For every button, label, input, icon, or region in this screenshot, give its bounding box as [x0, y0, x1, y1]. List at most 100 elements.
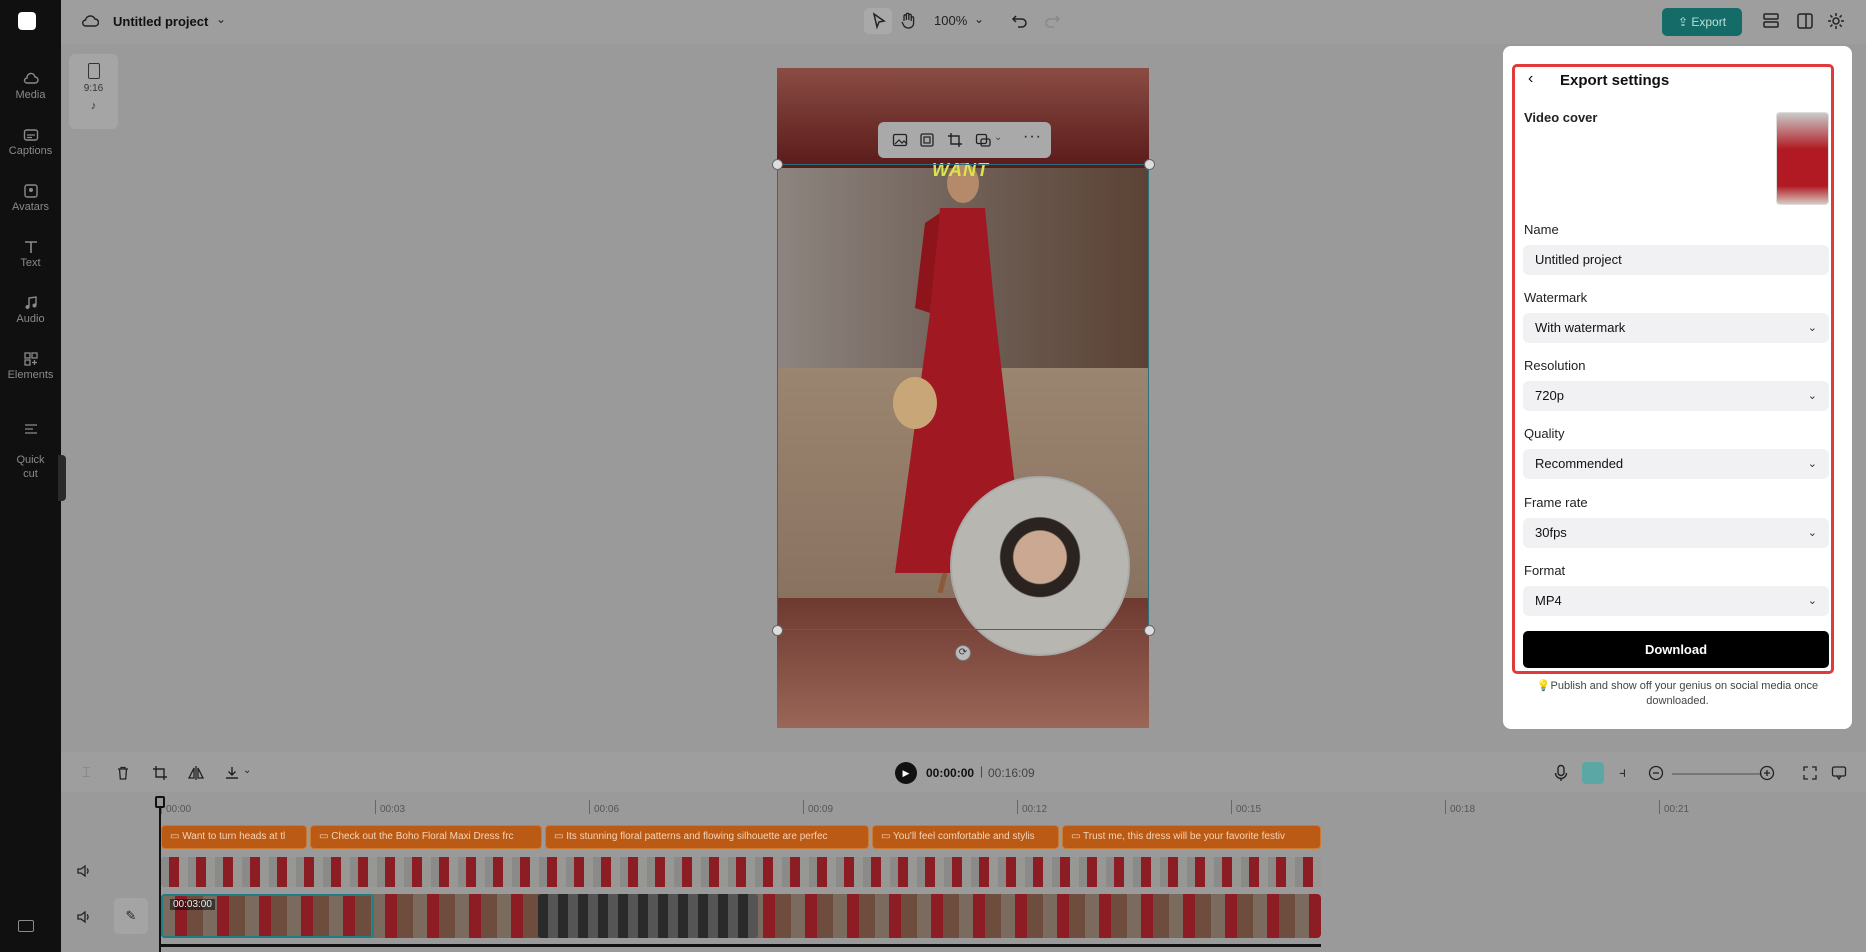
- caption-clip[interactable]: ▭ Want to turn heads at tl: [161, 825, 307, 849]
- phone-icon: [88, 63, 100, 79]
- flip-icon[interactable]: [188, 765, 204, 781]
- layers-icon[interactable]: [1761, 12, 1781, 30]
- tiktok-icon[interactable]: ♪: [69, 100, 118, 112]
- zoom-out-icon[interactable]: [1648, 765, 1664, 781]
- caption-clip[interactable]: ▭ Check out the Boho Floral Maxi Dress f…: [310, 825, 542, 849]
- caption-icon: ▭: [554, 831, 566, 842]
- framerate-value: 30fps: [1535, 525, 1567, 540]
- rotate-icon[interactable]: ⟳: [955, 645, 971, 661]
- caption-clip[interactable]: ▭ Its stunning floral patterns and flowi…: [545, 825, 869, 849]
- sidebar-item-quick-cut[interactable]: Quick cut: [0, 408, 61, 481]
- more-icon[interactable]: ···: [1023, 128, 1042, 146]
- chevron-down-icon: ⌄: [1808, 449, 1817, 479]
- comment-icon[interactable]: [1831, 765, 1847, 781]
- resize-handle-tl[interactable]: [772, 159, 783, 170]
- panel-toggle-icon[interactable]: [1796, 12, 1814, 30]
- timeline-scrollbar[interactable]: [161, 944, 1321, 947]
- edit-cover-button[interactable]: ✎: [114, 898, 148, 934]
- ruler-tick: 00:09: [808, 804, 833, 815]
- video-clip-segment[interactable]: [538, 894, 758, 938]
- elements-icon: [23, 352, 39, 366]
- keyboard-icon[interactable]: [18, 920, 34, 932]
- sidebar-collapse-handle[interactable]: [58, 455, 66, 501]
- video-cover-thumbnail[interactable]: [1776, 112, 1829, 205]
- caption-text: Its stunning floral patterns and flowing…: [566, 831, 827, 842]
- fit-icon[interactable]: [919, 132, 935, 148]
- format-select[interactable]: MP4 ⌄: [1523, 586, 1829, 616]
- playhead[interactable]: [159, 797, 161, 952]
- caption-clip[interactable]: ▭ You'll feel comfortable and stylis: [872, 825, 1059, 849]
- avatar-video-track[interactable]: [161, 857, 1321, 887]
- caption-icon: ▭: [1071, 831, 1083, 842]
- gear-icon[interactable]: [1826, 11, 1846, 31]
- sidebar-item-text[interactable]: Text: [0, 240, 61, 269]
- resize-handle-bl[interactable]: [772, 625, 783, 636]
- replace-image-icon[interactable]: [892, 132, 908, 148]
- app-logo[interactable]: [18, 12, 36, 30]
- chevron-down-icon[interactable]: ⌄: [216, 12, 226, 26]
- sidebar-item-elements[interactable]: Elements: [0, 352, 61, 381]
- play-button[interactable]: ▶: [895, 762, 917, 784]
- framerate-select[interactable]: 30fps ⌄: [1523, 518, 1829, 548]
- quality-select[interactable]: Recommended ⌄: [1523, 449, 1829, 479]
- auto-snap-button[interactable]: [1582, 762, 1604, 784]
- select-tool-button[interactable]: [864, 8, 892, 34]
- fit-timeline-icon[interactable]: [1802, 765, 1818, 781]
- chevron-down-icon: ⌄: [1808, 586, 1817, 616]
- caption-text: Trust me, this dress will be your favori…: [1083, 831, 1285, 842]
- volume-icon[interactable]: [76, 864, 92, 878]
- ruler-tick: 00:21: [1664, 804, 1689, 815]
- undo-icon[interactable]: [1011, 12, 1029, 30]
- name-input[interactable]: Untitled project: [1523, 245, 1829, 275]
- ruler-line: [1445, 800, 1446, 814]
- caption-text: You'll feel comfortable and stylis: [893, 831, 1035, 842]
- chevron-down-icon: ⌄: [1808, 313, 1817, 343]
- framerate-label: Frame rate: [1524, 495, 1588, 510]
- ruler-tick: 00:00: [166, 804, 191, 815]
- playhead-handle[interactable]: [155, 796, 165, 808]
- panel-title: Export settings: [1560, 72, 1669, 89]
- download-button[interactable]: Download: [1523, 631, 1829, 668]
- sidebar-item-audio[interactable]: Audio: [0, 296, 61, 325]
- resize-handle-br[interactable]: [1144, 625, 1155, 636]
- microphone-icon[interactable]: [1553, 764, 1569, 782]
- volume-icon[interactable]: [76, 910, 92, 924]
- time-separator: |: [980, 764, 983, 778]
- trash-icon[interactable]: [115, 765, 131, 781]
- hand-tool-icon[interactable]: [898, 11, 918, 31]
- watermark-select[interactable]: With watermark ⌄: [1523, 313, 1829, 343]
- cloud-icon[interactable]: [81, 13, 99, 29]
- aspect-ratio-panel[interactable]: 9:16 ♪: [69, 54, 118, 129]
- timeline-zoom-slider[interactable]: [1672, 773, 1762, 775]
- left-sidebar: Media Captions Avatars Text Audio Elemen…: [0, 0, 61, 952]
- chevron-down-icon[interactable]: ⌄: [994, 132, 1002, 143]
- sidebar-item-avatars[interactable]: Avatars: [0, 184, 61, 213]
- project-title[interactable]: Untitled project: [113, 14, 208, 29]
- ruler-line: [375, 800, 376, 814]
- sidebar-item-label: Audio: [16, 313, 44, 325]
- crop-icon[interactable]: [152, 765, 168, 781]
- zoom-in-icon[interactable]: [1759, 765, 1775, 781]
- ruler-line: [1017, 800, 1018, 814]
- chevron-down-icon: ⌄: [1808, 381, 1817, 411]
- back-arrow-icon[interactable]: ‹: [1528, 70, 1533, 88]
- sidebar-item-captions[interactable]: Captions: [0, 128, 61, 157]
- background-remove-icon[interactable]: [975, 132, 991, 148]
- video-cover-label: Video cover: [1524, 110, 1597, 125]
- redo-icon[interactable]: [1043, 12, 1061, 30]
- resolution-select[interactable]: 720p ⌄: [1523, 381, 1829, 411]
- export-button[interactable]: ⇪ Export: [1662, 8, 1742, 36]
- caption-clip[interactable]: ▭ Trust me, this dress will be your favo…: [1062, 825, 1321, 849]
- split-scene-icon[interactable]: ⫞: [1619, 764, 1626, 781]
- download-icon[interactable]: [224, 765, 240, 781]
- name-label: Name: [1524, 222, 1559, 237]
- zoom-level[interactable]: 100%: [934, 13, 967, 28]
- caption-icon: ▭: [319, 831, 331, 842]
- sidebar-item-media[interactable]: Media: [0, 72, 61, 101]
- resize-handle-tr[interactable]: [1144, 159, 1155, 170]
- split-icon[interactable]: ⌶: [82, 764, 90, 781]
- selection-frame[interactable]: [777, 164, 1149, 630]
- crop-icon[interactable]: [947, 132, 963, 148]
- chevron-down-icon[interactable]: ⌄: [243, 765, 251, 776]
- chevron-down-icon[interactable]: ⌄: [974, 12, 984, 26]
